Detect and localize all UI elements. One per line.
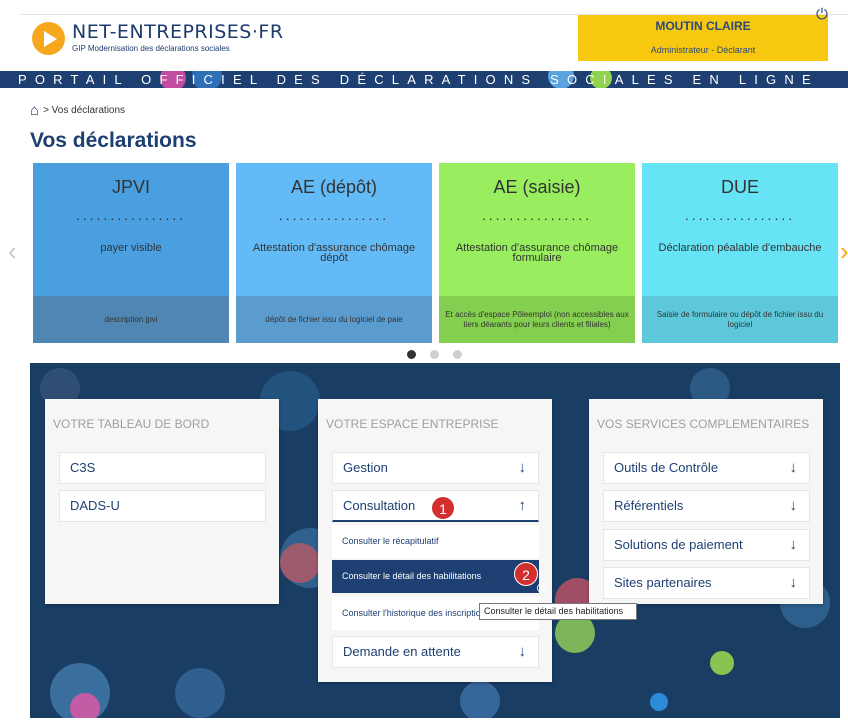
carousel-dots: [407, 350, 462, 359]
card-title: AE (saisie): [493, 177, 581, 197]
arrow-down-icon: ↓: [789, 574, 798, 591]
card-ae-depot[interactable]: AE (dépôt) ................ Attestation …: [236, 163, 432, 343]
card-dots: ................: [278, 207, 390, 223]
panel-title: VOTRE ESPACE ENTREPRISE: [326, 417, 499, 431]
item-gestion[interactable]: Gestion ↓: [332, 452, 539, 484]
info-icon[interactable]: i: [537, 583, 547, 593]
carousel-dot-1[interactable]: [407, 350, 416, 359]
brand-subtitle: GIP Modernisation des déclarations socia…: [72, 44, 230, 53]
power-icon[interactable]: ⏻: [816, 6, 828, 23]
arrow-down-icon: ↓: [789, 459, 798, 476]
item-label: Solutions de paiement: [614, 537, 743, 552]
tooltip: Consulter le détail des habilitations: [479, 603, 637, 620]
step-badge-2: 2: [514, 562, 538, 586]
card-dots: ................: [75, 207, 187, 223]
item-label: Consultation: [343, 498, 416, 513]
panel-tableau-de-bord: VOTRE TABLEAU DE BORD C3S DADS-U: [45, 399, 279, 604]
user-box[interactable]: MOUTIN CLAIRE Administrateur - Déclarant: [578, 15, 828, 61]
brand-name[interactable]: NET-ENTREPRISES·FR: [72, 21, 284, 43]
user-role: Administrateur - Déclarant: [650, 45, 756, 55]
item-sites-partenaires[interactable]: Sites partenaires ↓: [603, 567, 810, 599]
card-description: Attestation d'assurance chômage formulai…: [455, 242, 619, 264]
user-name[interactable]: MOUTIN CLAIRE: [578, 19, 828, 33]
arrow-down-icon: ↓: [789, 497, 798, 514]
card-title: DUE: [720, 177, 759, 197]
card-ae-saisie[interactable]: AE (saisie) ................ Attestation…: [439, 163, 635, 343]
carousel-dot-2[interactable]: [430, 350, 439, 359]
item-dads-u[interactable]: DADS-U: [59, 490, 266, 522]
item-outils-controle[interactable]: Outils de Contrôle ↓: [603, 452, 810, 484]
item-label: Outils de Contrôle: [614, 460, 719, 475]
item-solutions-paiement[interactable]: Solutions de paiement ↓: [603, 529, 810, 561]
item-label: Demande en attente: [343, 644, 461, 659]
panel-title: VOTRE TABLEAU DE BORD: [53, 417, 210, 431]
home-icon[interactable]: ⌂: [30, 102, 39, 119]
subitem-detail-habilitations[interactable]: Consulter le détail des habilitations: [332, 560, 539, 593]
item-c3s[interactable]: C3S: [59, 452, 266, 484]
item-referentiels[interactable]: Référentiels ↓: [603, 490, 810, 522]
panel-services-complementaires: VOS SERVICES COMPLEMENTAIRES Outils de C…: [589, 399, 823, 604]
breadcrumb-current: > Vos déclarations: [43, 105, 126, 116]
subitem-recapitulatif[interactable]: Consulter le récapitulatif: [332, 525, 539, 558]
item-label: Gestion: [343, 460, 388, 475]
card-description: Attestation d'assurance chômage dépôt: [252, 242, 416, 264]
card-description: Déclaration péalable d'embauche: [658, 242, 822, 254]
page-title: Vos déclarations: [30, 129, 197, 152]
arrow-down-icon: ↓: [518, 643, 527, 660]
site-header: NET-ENTREPRISES·FR GIP Modernisation des…: [20, 14, 848, 61]
card-footer: Et accès d'espace Pôleemploi (non access…: [439, 296, 635, 343]
card-title: JPVI: [111, 177, 150, 197]
chevron-left-icon[interactable]: ‹: [8, 236, 17, 267]
card-due[interactable]: DUE ................ Déclaration péalabl…: [642, 163, 838, 343]
play-logo-icon: [44, 31, 57, 47]
arrow-down-icon: ↓: [518, 459, 527, 476]
step-badge-1: 1: [431, 496, 455, 520]
card-dots: ................: [481, 207, 593, 223]
card-footer: Saisie de formulaire ou dépôt de fichier…: [642, 296, 838, 343]
item-label: Sites partenaires: [614, 575, 712, 590]
card-dots: ................: [684, 207, 796, 223]
portal-text: PORTAIL OFFICIEL DES DÉCLARATIONS SOCIAL…: [18, 72, 819, 87]
item-demande-attente[interactable]: Demande en attente ↓: [332, 636, 539, 668]
card-footer: description jpvi: [33, 296, 229, 343]
card-title: AE (dépôt): [290, 177, 378, 197]
arrow-down-icon: ↓: [789, 536, 798, 553]
carousel-dot-3[interactable]: [453, 350, 462, 359]
breadcrumb: ⌂ > Vos déclarations: [30, 102, 125, 119]
item-label: Référentiels: [614, 498, 684, 513]
panel-title: VOS SERVICES COMPLEMENTAIRES: [597, 417, 810, 431]
card-footer: dépôt de fichier issu du logiciel de pai…: [236, 296, 432, 343]
card-jpvi[interactable]: JPVI ................ payer visible desc…: [33, 163, 229, 343]
card-description: payer visible: [100, 242, 162, 254]
portal-banner: PORTAIL OFFICIEL DES DÉCLARATIONS SOCIAL…: [0, 71, 848, 88]
arrow-up-icon: ↑: [518, 497, 527, 514]
chevron-right-icon[interactable]: ›: [840, 236, 848, 267]
